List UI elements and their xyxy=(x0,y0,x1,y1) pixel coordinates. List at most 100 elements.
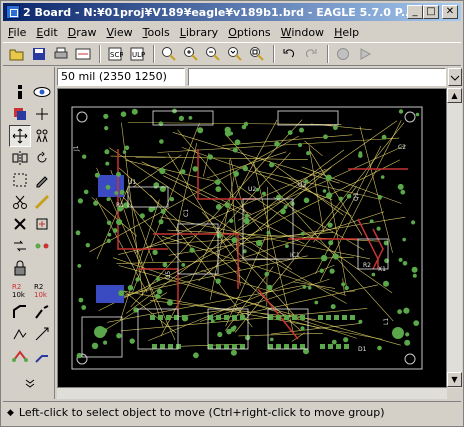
miter-icon[interactable] xyxy=(9,301,31,323)
add-icon[interactable] xyxy=(31,213,53,235)
pad xyxy=(274,141,280,147)
pad xyxy=(104,126,109,131)
pad xyxy=(398,109,404,114)
svg-text:10k: 10k xyxy=(12,291,26,298)
menu-edit[interactable]: Edit xyxy=(31,26,62,39)
pad xyxy=(241,124,247,130)
board-canvas[interactable]: J1 U1 R1 C1 U2 U3 Q1 C2 R2 U5 IC1 X1 L1 D1 xyxy=(57,88,447,388)
scroll-up-button[interactable]: ▲ xyxy=(447,88,462,103)
wire-icon[interactable] xyxy=(31,345,53,367)
close-button[interactable]: ✕ xyxy=(442,5,458,19)
menu-library[interactable]: Library xyxy=(175,26,223,39)
scroll-down-button[interactable]: ▼ xyxy=(447,372,462,387)
horizontal-scrollbar[interactable] xyxy=(57,388,447,399)
pad xyxy=(280,208,286,215)
save-icon[interactable] xyxy=(29,44,49,64)
pad xyxy=(346,194,352,199)
move-icon[interactable] xyxy=(9,125,31,147)
pad xyxy=(124,145,130,151)
zoom-select-icon[interactable] xyxy=(247,44,267,64)
board-app-icon[interactable] xyxy=(6,5,20,19)
smd-pad xyxy=(240,315,245,320)
menu-help[interactable]: Help xyxy=(329,26,364,39)
menu-window[interactable]: Window xyxy=(276,26,329,39)
menu-draw[interactable]: Draw xyxy=(63,26,102,39)
paste-icon[interactable] xyxy=(31,191,53,213)
maximize-button[interactable]: □ xyxy=(423,5,439,19)
mark-icon[interactable] xyxy=(31,103,53,125)
cam-processor-icon[interactable] xyxy=(73,44,93,64)
smd-pad xyxy=(216,344,221,349)
stop-icon[interactable] xyxy=(333,44,353,64)
pad xyxy=(343,337,349,343)
redo-icon[interactable] xyxy=(301,44,321,64)
smd-pad xyxy=(168,344,173,349)
smash-icon[interactable]: R2 10k xyxy=(9,279,31,301)
menu-options[interactable]: Options xyxy=(223,26,275,39)
route-icon[interactable] xyxy=(31,323,53,345)
command-line-input[interactable] xyxy=(188,68,446,86)
pad xyxy=(215,186,222,192)
info-icon[interactable] xyxy=(9,81,31,103)
command-dropdown-button[interactable] xyxy=(448,68,462,86)
zoom-out-icon[interactable] xyxy=(203,44,223,64)
value-icon[interactable]: R2 10k xyxy=(31,279,53,301)
pad xyxy=(283,205,288,209)
zoom-fit-icon[interactable] xyxy=(159,44,179,64)
ulp-icon[interactable]: ULP xyxy=(127,44,147,64)
pinswap-icon[interactable] xyxy=(9,235,31,257)
menu-tools[interactable]: Tools xyxy=(138,26,175,39)
pad xyxy=(297,142,303,148)
pad xyxy=(325,174,332,181)
display-layers-icon[interactable] xyxy=(9,103,31,125)
ripup-icon[interactable] xyxy=(9,345,31,367)
print-icon[interactable] xyxy=(51,44,71,64)
pad xyxy=(135,277,140,282)
menu-view[interactable]: View xyxy=(101,26,137,39)
show-icon[interactable] xyxy=(31,81,53,103)
rotate-icon[interactable] xyxy=(31,147,53,169)
go-icon[interactable] xyxy=(355,44,375,64)
pad xyxy=(224,126,231,134)
undo-icon[interactable] xyxy=(279,44,299,64)
zoom-in-icon[interactable] xyxy=(181,44,201,64)
airwire xyxy=(315,145,382,275)
pad xyxy=(269,162,275,168)
pad xyxy=(119,189,125,195)
title-bar[interactable]: 2 Board - N:¥01proj¥V189¥eagle¥v189b1.br… xyxy=(3,3,461,21)
optimize-icon[interactable] xyxy=(9,323,31,345)
cut-icon[interactable] xyxy=(9,191,31,213)
smd-pad xyxy=(292,315,297,320)
pad xyxy=(116,171,121,177)
script-icon[interactable]: SCR xyxy=(105,44,125,64)
replace-icon[interactable] xyxy=(31,235,53,257)
smd-pad xyxy=(224,315,229,320)
pad xyxy=(333,125,338,131)
part-label: U3 xyxy=(298,182,306,189)
vertical-scrollbar[interactable]: ▲ ▼ xyxy=(447,88,462,388)
status-bar: ◆ Left-click to select object to move (C… xyxy=(3,401,461,423)
pcb-board-drawing[interactable]: J1 U1 R1 C1 U2 U3 Q1 C2 R2 U5 IC1 X1 L1 D1 xyxy=(58,89,447,388)
part-label: J1 xyxy=(73,145,80,152)
folder-open-icon[interactable] xyxy=(7,44,27,64)
mirror-icon[interactable] xyxy=(9,147,31,169)
group-icon[interactable] xyxy=(9,169,31,191)
minimize-button[interactable]: _ xyxy=(407,5,423,19)
svg-text:SCR: SCR xyxy=(110,51,123,59)
zoom-redraw-icon[interactable] xyxy=(225,44,245,64)
status-bullet-icon: ◆ xyxy=(7,407,14,418)
pad xyxy=(94,172,100,178)
copy-icon[interactable] xyxy=(31,125,53,147)
pad xyxy=(242,165,248,172)
menu-file[interactable]: File xyxy=(3,26,31,39)
smd-pad xyxy=(150,315,155,320)
more-tools-chevron-icon[interactable] xyxy=(19,373,41,395)
change-icon[interactable] xyxy=(31,169,53,191)
pad xyxy=(189,247,195,253)
split-icon[interactable] xyxy=(31,301,53,323)
part-label: L1 xyxy=(383,318,390,325)
pad xyxy=(153,184,159,189)
pad xyxy=(107,232,112,237)
lock-icon[interactable] xyxy=(9,257,31,279)
delete-icon[interactable] xyxy=(9,213,31,235)
